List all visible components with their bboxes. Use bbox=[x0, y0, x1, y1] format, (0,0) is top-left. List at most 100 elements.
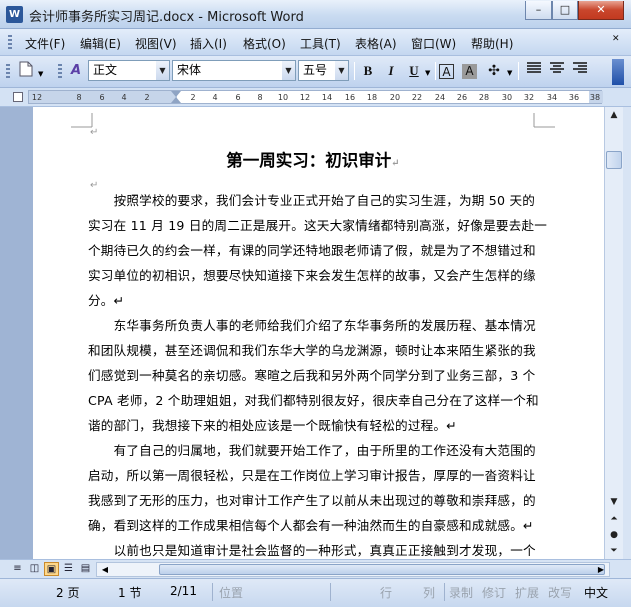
body-line: 我感到了无形的压力，也对审计工作产生了以前从未出现过的尊敬和崇拜感，的 bbox=[88, 493, 536, 508]
status-column: 列 bbox=[423, 586, 436, 600]
vertical-scroll-thumb[interactable] bbox=[606, 151, 622, 169]
align-right-icon[interactable] bbox=[570, 61, 590, 81]
title-bar: W 会计师事务所实习周记.docx - Microsoft Word – □ ✕ bbox=[0, 0, 631, 29]
underline-dropdown-icon[interactable]: ▼ bbox=[425, 69, 430, 77]
outline-view-icon[interactable]: ☰ bbox=[61, 562, 76, 576]
menu-help[interactable]: 帮助(H) bbox=[471, 35, 513, 52]
menu-grip-icon[interactable] bbox=[8, 35, 12, 50]
body-line: 个期待已久的约会一样，有课的同学还特地跟老师请了假，就是为了不想错过和 bbox=[88, 243, 536, 258]
menu-format[interactable]: 格式(O) bbox=[243, 35, 286, 52]
italic-button[interactable]: I bbox=[381, 61, 401, 81]
normal-view-icon[interactable]: ≡ bbox=[10, 562, 25, 576]
underline-button[interactable]: U bbox=[404, 61, 424, 81]
char-border-button[interactable]: A bbox=[439, 64, 454, 79]
select-browse-object-icon[interactable]: ● bbox=[606, 528, 622, 542]
scroll-down-icon[interactable]: ▼ bbox=[606, 495, 622, 509]
maximize-button[interactable]: □ bbox=[552, 1, 578, 20]
word-app-icon[interactable]: W bbox=[6, 6, 23, 23]
document-title: 第一周实习：初识审计↵ bbox=[108, 147, 518, 171]
reading-layout-view-icon[interactable]: ▤ bbox=[78, 562, 93, 576]
menu-edit[interactable]: 编辑(E) bbox=[80, 35, 121, 52]
scroll-right-icon[interactable]: ▶ bbox=[594, 563, 608, 576]
hanging-indent-marker[interactable] bbox=[171, 97, 181, 103]
status-record[interactable]: 录制 bbox=[449, 584, 473, 601]
toolbar-options-icon[interactable] bbox=[612, 59, 624, 85]
status-extend[interactable]: 扩展 bbox=[515, 584, 539, 601]
minimize-button[interactable]: – bbox=[525, 1, 552, 20]
toolbar2-grip-icon[interactable] bbox=[58, 64, 62, 79]
menu-window[interactable]: 窗口(W) bbox=[411, 35, 456, 52]
view-and-hscroll-bar: ≡ ◫ ▣ ☰ ▤ ◀ ▶ bbox=[0, 559, 631, 578]
status-overtype[interactable]: 改写 bbox=[548, 584, 572, 601]
ruler-number: 12 bbox=[31, 93, 43, 102]
body-line: 谐的部门，我想接下来的相处应该是一个既愉快有轻松的过程。↵ bbox=[88, 418, 457, 433]
scroll-left-icon[interactable]: ◀ bbox=[98, 563, 112, 576]
scroll-up-icon[interactable]: ▲ bbox=[606, 108, 622, 122]
new-dropdown-icon[interactable]: ▼ bbox=[38, 70, 43, 78]
menu-view[interactable]: 视图(V) bbox=[135, 35, 177, 52]
toolbar-separator bbox=[518, 62, 519, 80]
document-title-text: 第一周实习：初识审计 bbox=[226, 151, 392, 170]
ruler-number: 20 bbox=[389, 93, 401, 102]
corner-crop-mark-right bbox=[533, 113, 555, 128]
print-layout-view-icon[interactable]: ▣ bbox=[44, 562, 59, 576]
style-combo[interactable]: 正文 ▼ bbox=[88, 60, 170, 81]
align-justify-icon[interactable] bbox=[524, 61, 544, 81]
scale-dropdown-icon[interactable]: ▼ bbox=[507, 69, 512, 77]
style-value: 正文 bbox=[93, 63, 118, 77]
menu-file[interactable]: 文件(F) bbox=[25, 35, 65, 52]
ruler-number: 38 bbox=[589, 93, 601, 102]
status-track-changes[interactable]: 修订 bbox=[482, 584, 506, 601]
ruler-number: 10 bbox=[277, 93, 289, 102]
char-shading-button[interactable]: A bbox=[462, 64, 477, 79]
menu-close-doc-icon[interactable]: ✕ bbox=[612, 34, 624, 50]
font-size-combo[interactable]: 五号 ▼ bbox=[298, 60, 349, 81]
tab-selector-icon[interactable] bbox=[13, 92, 23, 102]
menu-insert[interactable]: 插入(I) bbox=[190, 35, 227, 52]
ruler-number: 30 bbox=[501, 93, 513, 102]
horizontal-ruler[interactable]: 12 8 6 4 2 2 4 6 8 10 12 14 16 18 20 22 … bbox=[28, 90, 603, 104]
chevron-down-icon[interactable]: ▼ bbox=[156, 61, 169, 80]
vertical-scrollbar[interactable]: ▲ ▼ ⏶ ● ⏷ bbox=[604, 107, 623, 559]
ruler-number: 22 bbox=[411, 93, 423, 102]
ruler-number: 2 bbox=[144, 93, 150, 102]
align-center-icon[interactable] bbox=[547, 61, 567, 81]
toolbar-separator bbox=[435, 62, 436, 80]
next-page-icon[interactable]: ⏷ bbox=[606, 544, 622, 558]
status-divider bbox=[444, 583, 445, 601]
char-scale-icon[interactable]: ✣ bbox=[484, 61, 504, 81]
paragraph-mark: ↵ bbox=[90, 127, 99, 138]
body-line: 启动，所以第一周很轻松，只是在工作岗位上学习审计报告，厚厚的一沓资料让 bbox=[88, 468, 536, 483]
chevron-down-icon[interactable]: ▼ bbox=[282, 61, 295, 80]
horizontal-scrollbar[interactable]: ◀ ▶ bbox=[96, 562, 610, 577]
status-section: 1 节 bbox=[118, 586, 142, 600]
status-language: 中文 bbox=[584, 586, 609, 600]
font-combo[interactable]: 宋体 ▼ bbox=[172, 60, 296, 81]
ruler-number: 2 bbox=[190, 93, 196, 102]
new-document-icon[interactable] bbox=[16, 61, 36, 81]
body-line: 实习在 11 月 19 日的周二正是展开。这天大家情绪都特别高涨，好像是要去赴一 bbox=[88, 218, 548, 233]
chevron-down-icon[interactable]: ▼ bbox=[335, 61, 348, 80]
previous-page-icon[interactable]: ⏶ bbox=[606, 512, 622, 526]
body-line: 实习单位的初相识，想要尽快知道接下来会发生怎样的故事，又会产生怎样的缘 bbox=[88, 268, 536, 283]
menu-tools[interactable]: 工具(T) bbox=[300, 35, 341, 52]
web-layout-view-icon[interactable]: ◫ bbox=[27, 562, 42, 576]
status-bar: 2 页 1 节 2/11 位置 行 列 录制 修订 扩展 改写 中文 bbox=[0, 578, 631, 607]
ruler-number: 6 bbox=[99, 93, 105, 102]
bold-button[interactable]: B bbox=[358, 61, 378, 81]
ruler-number: 4 bbox=[212, 93, 218, 102]
status-divider bbox=[212, 583, 213, 601]
ruler-number: 18 bbox=[366, 93, 378, 102]
ruler-number: 4 bbox=[121, 93, 127, 102]
toolbar-grip-icon[interactable] bbox=[6, 64, 10, 79]
ruler-number: 32 bbox=[523, 93, 535, 102]
close-button[interactable]: ✕ bbox=[578, 1, 624, 20]
ruler-number: 28 bbox=[478, 93, 490, 102]
body-line: CPA 老师，2 个助理姐姐，对我们都特别很友好，很庆幸自己分在了这样一个和 bbox=[88, 393, 539, 408]
font-size-value: 五号 bbox=[303, 63, 328, 77]
document-page[interactable]: ↵ 第一周实习：初识审计↵ ↵ 按照学校的要求，我们会计专业正式开始了自己的实习… bbox=[33, 107, 604, 559]
menu-table[interactable]: 表格(A) bbox=[355, 35, 397, 52]
horizontal-scroll-thumb[interactable] bbox=[159, 564, 605, 575]
styles-pane-icon[interactable]: A bbox=[66, 61, 86, 81]
status-divider bbox=[330, 583, 331, 601]
